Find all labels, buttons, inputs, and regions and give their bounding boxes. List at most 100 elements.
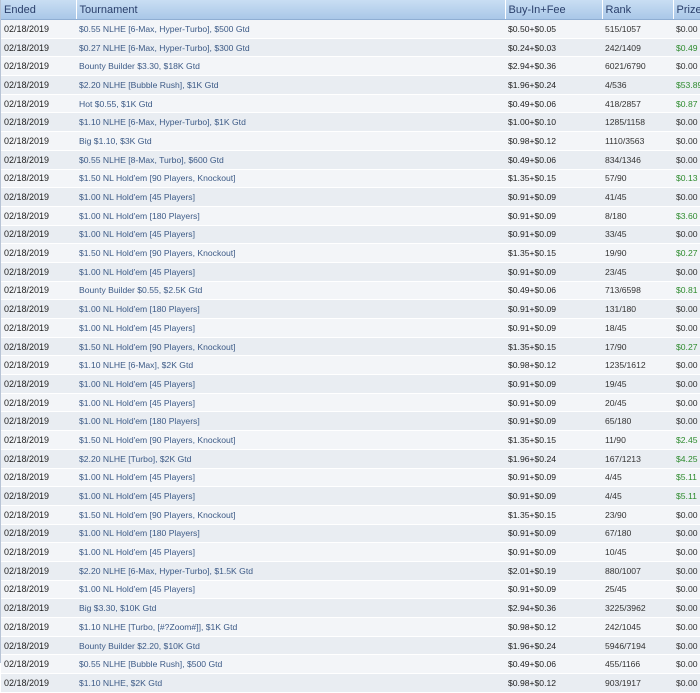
- table-row[interactable]: 02/18/2019 $1.00 NL Hold'em [180 Players]…: [1, 411, 700, 432]
- cell-buy-in: $1.96+$0.24: [505, 449, 602, 469]
- table-row[interactable]: 02/18/2019 $1.00 NL Hold'em [45 Players] $…: [1, 486, 700, 506]
- cell-prize: $0.87: [673, 94, 700, 114]
- table-row[interactable]: 02/18/2019 $1.10 NLHE, $2K Gtd $0.98+$0.12…: [1, 673, 700, 693]
- table-row[interactable]: 02/18/2019 $1.10 NLHE [6-Max, Hyper-Turbo…: [1, 112, 700, 133]
- cell-tournament: $1.10 NLHE [Turbo, [#?Zoom#]], $1K Gtd: [76, 617, 505, 637]
- cell-buy-in: $0.91+$0.09: [505, 542, 602, 562]
- table-row[interactable]: 02/18/2019 $2.20 NLHE [Turbo], $2K Gtd $1.…: [1, 449, 700, 469]
- cell-ended: 02/18/2019: [1, 598, 76, 618]
- cell-prize: $0.00: [673, 505, 700, 525]
- cell-rank: 834/1346: [602, 150, 673, 170]
- table-row[interactable]: 02/18/2019 $1.00 NL Hold'em [45 Players] $…: [1, 468, 700, 488]
- table-row[interactable]: 02/18/2019 Bounty Builder $2.20, $10K Gtd…: [1, 636, 700, 656]
- cell-ended: 02/18/2019: [1, 355, 76, 376]
- column-header-rank[interactable]: Rank: [602, 0, 674, 20]
- cell-ended: 02/18/2019: [1, 150, 76, 170]
- table-row[interactable]: 02/18/2019 $1.00 NL Hold'em [45 Players] $…: [1, 262, 700, 282]
- cell-ended: 02/18/2019: [1, 505, 76, 525]
- table-row[interactable]: 02/18/2019 $1.00 NL Hold'em [45 Players] $…: [1, 580, 700, 600]
- table-row[interactable]: 02/18/2019 $1.00 NL Hold'em [180 Players]…: [1, 206, 700, 226]
- cell-prize: $0.13: [673, 169, 700, 189]
- cell-prize: $0.00: [673, 542, 700, 562]
- cell-tournament: $0.55 NLHE [8-Max, Turbo], $600 Gtd: [76, 150, 505, 170]
- cell-prize: $4.25: [673, 449, 700, 469]
- cell-ended: 02/18/2019: [1, 449, 76, 469]
- cell-rank: 167/1213: [602, 449, 673, 469]
- table-row[interactable]: 02/18/2019 $2.20 NLHE [6-Max, Hyper-Turbo…: [1, 561, 700, 581]
- cell-rank: 131/180: [602, 299, 673, 319]
- table-row[interactable]: 02/18/2019 $1.00 NL Hold'em [45 Players] $…: [1, 542, 700, 562]
- table-row[interactable]: 02/18/2019 $1.50 NL Hold'em [90 Players, …: [1, 505, 700, 525]
- cell-prize: $0.27: [673, 243, 700, 263]
- column-header-tournament[interactable]: Tournament: [76, 0, 506, 20]
- cell-tournament: $1.00 NL Hold'em [45 Players]: [76, 393, 505, 413]
- table-row[interactable]: 02/18/2019 $1.00 NL Hold'em [180 Players]…: [1, 524, 700, 544]
- table-row[interactable]: 02/18/2019 $1.50 NL Hold'em [90 Players, …: [1, 169, 700, 189]
- cell-ended: 02/18/2019: [1, 673, 76, 693]
- cell-ended: 02/18/2019: [1, 56, 76, 77]
- table-row[interactable]: 02/18/2019 $2.20 NLHE [Bubble Rush], $1K …: [1, 75, 700, 95]
- cell-prize: $0.00: [673, 318, 700, 338]
- cell-ended: 02/18/2019: [1, 318, 76, 338]
- cell-tournament: $1.10 NLHE, $2K Gtd: [76, 673, 505, 693]
- cell-rank: 10/45: [602, 542, 673, 562]
- cell-tournament: $0.55 NLHE [Bubble Rush], $500 Gtd: [76, 654, 505, 675]
- table-row[interactable]: 02/18/2019 $1.00 NL Hold'em [45 Players] $…: [1, 225, 700, 245]
- table-row[interactable]: 02/18/2019 Hot $0.55, $1K Gtd $0.49+$0.06 4…: [1, 94, 700, 114]
- cell-tournament: $1.00 NL Hold'em [180 Players]: [76, 411, 505, 432]
- table-row[interactable]: 02/18/2019 $1.00 NL Hold'em [45 Players] $…: [1, 318, 700, 338]
- cell-prize: $0.00: [673, 56, 700, 77]
- cell-rank: 3225/3962: [602, 598, 673, 618]
- table-row[interactable]: 02/18/2019 $1.00 NL Hold'em [45 Players] $…: [1, 374, 700, 394]
- table-row[interactable]: 02/18/2019 Bounty Builder $0.55, $2.5K Gt…: [1, 281, 700, 301]
- cell-tournament: $1.10 NLHE [6-Max], $2K Gtd: [76, 355, 505, 376]
- cell-rank: 418/2857: [602, 94, 673, 114]
- table-row[interactable]: 02/18/2019 Big $3.30, $10K Gtd $2.94+$0.36…: [1, 598, 700, 618]
- cell-ended: 02/18/2019: [1, 262, 76, 282]
- cell-ended: 02/18/2019: [1, 636, 76, 656]
- table-row[interactable]: 02/18/2019 $0.27 NLHE [6-Max, Hyper-Turbo…: [1, 38, 700, 58]
- table-row[interactable]: 02/18/2019 Big $1.10, $3K Gtd $0.98+$0.12 1…: [1, 131, 700, 151]
- cell-rank: 57/90: [602, 169, 673, 189]
- cell-buy-in: $0.91+$0.09: [505, 393, 602, 413]
- cell-ended: 02/18/2019: [1, 299, 76, 319]
- cell-buy-in: $0.91+$0.09: [505, 299, 602, 319]
- cell-buy-in: $0.49+$0.06: [505, 94, 602, 114]
- cell-buy-in: $0.91+$0.09: [505, 486, 602, 506]
- cell-rank: 242/1045: [602, 617, 673, 637]
- table-row[interactable]: 02/18/2019 $1.50 NL Hold'em [90 Players, …: [1, 243, 700, 263]
- column-header-ended[interactable]: Ended: [1, 0, 77, 20]
- column-header-prize[interactable]: Prize: [673, 0, 700, 20]
- table-row[interactable]: 02/18/2019 $1.00 NL Hold'em [45 Players] $…: [1, 187, 700, 207]
- cell-prize: $0.00: [673, 112, 700, 133]
- table-row[interactable]: 02/18/2019 Bounty Builder $3.30, $18K Gtd…: [1, 56, 700, 77]
- cell-ended: 02/18/2019: [1, 580, 76, 600]
- cell-prize: $0.00: [673, 598, 700, 618]
- cell-tournament: $1.00 NL Hold'em [45 Players]: [76, 580, 505, 600]
- cell-ended: 02/18/2019: [1, 19, 76, 39]
- table-row[interactable]: 02/18/2019 $0.55 NLHE [8-Max, Turbo], $60…: [1, 150, 700, 170]
- cell-tournament: $1.00 NL Hold'em [45 Players]: [76, 187, 505, 207]
- cell-tournament: $1.50 NL Hold'em [90 Players, Knockout]: [76, 337, 505, 357]
- cell-buy-in: $0.91+$0.09: [505, 318, 602, 338]
- table-row[interactable]: 02/18/2019 $1.00 NL Hold'em [180 Players]…: [1, 299, 700, 319]
- table-header: Ended Tournament Buy-In+Fee Rank Prize: [1, 0, 700, 20]
- table-row[interactable]: 02/18/2019 $1.10 NLHE [Turbo, [#?Zoom#]],…: [1, 617, 700, 637]
- table-row[interactable]: 02/18/2019 $1.10 NLHE [6-Max], $2K Gtd $0.…: [1, 355, 700, 376]
- table-row[interactable]: 02/18/2019 $0.55 NLHE [Bubble Rush], $500…: [1, 654, 700, 675]
- table-row[interactable]: 02/18/2019 $1.00 NL Hold'em [45 Players] $…: [1, 393, 700, 413]
- table-row[interactable]: 02/18/2019 $1.50 NL Hold'em [90 Players, …: [1, 337, 700, 357]
- cell-buy-in: $0.91+$0.09: [505, 225, 602, 245]
- cell-buy-in: $0.50+$0.05: [505, 19, 602, 39]
- cell-ended: 02/18/2019: [1, 225, 76, 245]
- cell-rank: 67/180: [602, 524, 673, 544]
- cell-prize: $0.00: [673, 374, 700, 394]
- cell-tournament: Bounty Builder $3.30, $18K Gtd: [76, 56, 505, 77]
- table-row[interactable]: 02/18/2019 $1.50 NL Hold'em [90 Players, …: [1, 430, 700, 450]
- cell-tournament: $2.20 NLHE [Bubble Rush], $1K Gtd: [76, 75, 505, 95]
- cell-tournament: $1.00 NL Hold'em [180 Players]: [76, 299, 505, 319]
- cell-buy-in: $0.91+$0.09: [505, 374, 602, 394]
- table-row[interactable]: 02/18/2019 $0.55 NLHE [6-Max, Hyper-Turbo…: [1, 19, 700, 39]
- cell-rank: 19/45: [602, 374, 673, 394]
- column-header-buy-in[interactable]: Buy-In+Fee: [505, 0, 603, 20]
